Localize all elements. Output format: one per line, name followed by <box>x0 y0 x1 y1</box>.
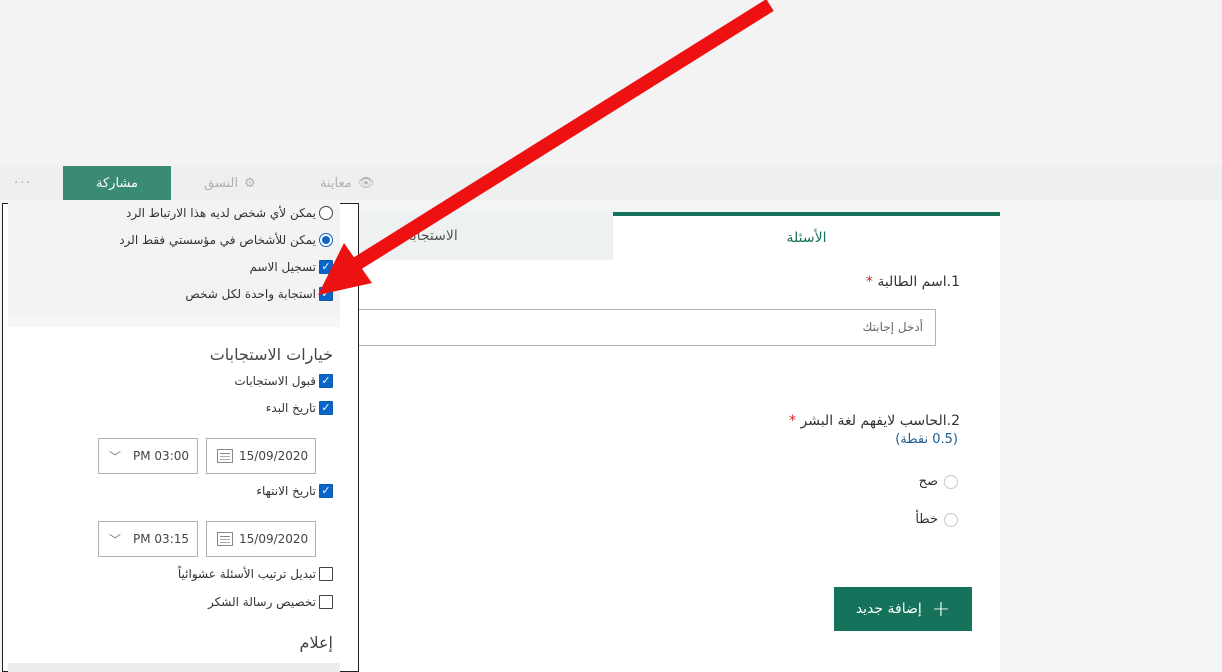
start-date-checkbox[interactable]: ✓ <box>319 401 333 415</box>
calendar-icon <box>217 449 233 463</box>
question-2-text: الحاسب لايفهم لغة البشر <box>800 413 947 429</box>
end-date-label: تاريخ الانتهاء <box>256 484 316 498</box>
customize-thanks-checkbox[interactable] <box>319 595 333 609</box>
notifications-title: إعلام <box>299 633 333 652</box>
question-1-text: اسم الطالبة <box>877 274 947 290</box>
format-button[interactable]: النسق ⚙ <box>204 176 256 191</box>
share-button[interactable]: مشاركة <box>63 166 171 200</box>
panel-scroll-edge <box>8 663 340 672</box>
option-false-label: خطأ <box>915 512 938 527</box>
plus-icon: + <box>931 596 951 622</box>
start-time-select[interactable]: ﹀ PM 03:00 <box>98 438 198 474</box>
radio-anyone-respond[interactable]: يمكن لأي شخص لديه هذا الارتباط الرد <box>126 206 333 220</box>
anyone-label: يمكن لأي شخص لديه هذا الارتباط الرد <box>126 206 316 220</box>
format-label: النسق <box>204 176 238 191</box>
one-response-option[interactable]: ✓ استجابة واحدة لكل شخص <box>185 287 333 301</box>
option-false[interactable]: خطأ <box>860 512 958 527</box>
required-mark: * <box>865 274 873 290</box>
end-date-option[interactable]: ✓ تاريخ الانتهاء <box>256 484 333 498</box>
accept-responses-checkbox[interactable]: ✓ <box>319 374 333 388</box>
start-date-picker[interactable]: 15/09/2020 <box>206 438 316 474</box>
response-options-title: خيارات الاستجابات <box>209 345 333 364</box>
required-mark: * <box>789 413 797 429</box>
end-time-value: PM 03:15 <box>133 532 190 546</box>
toolbar: ··· <box>0 166 1222 202</box>
record-name-label: تسجيل الاسم <box>249 260 316 274</box>
palette-icon: ⚙ <box>243 176 256 191</box>
end-date-picker[interactable]: 15/09/2020 <box>206 521 316 557</box>
accept-responses-option[interactable]: ✓ قبول الاستجابات <box>234 374 333 388</box>
start-date-label: تاريخ البدء <box>265 401 316 415</box>
question-2-title: 2.الحاسب لايفهم لغة البشر * <box>700 413 960 429</box>
shuffle-questions-label: تبديل ترتيب الأسئلة عشوائياً <box>177 567 316 581</box>
tab-questions[interactable]: الأسئلة <box>613 212 1000 260</box>
panel-divider <box>8 315 340 327</box>
add-new-button[interactable]: + إضافة جديد <box>834 587 972 631</box>
preview-label: معاينة <box>320 176 352 191</box>
start-time-value: PM 03:00 <box>133 449 190 463</box>
preview-button[interactable]: معاينة 👁 <box>320 176 374 191</box>
eye-icon: 👁 <box>357 176 375 191</box>
start-date-option[interactable]: ✓ تاريخ البدء <box>266 401 333 415</box>
question-1-title: 1.اسم الطالبة * <box>700 274 960 290</box>
end-date-value: 15/09/2020 <box>239 532 309 546</box>
record-name-checkbox[interactable]: ✓ <box>319 260 333 274</box>
answer-input[interactable]: أدخل إجابتك <box>350 309 936 346</box>
question-2-points: (0.5 نقطة) <box>895 432 958 447</box>
chevron-down-icon: ﹀ <box>109 532 122 547</box>
radio-org-only[interactable] <box>319 233 333 247</box>
option-true[interactable]: صح <box>860 474 958 489</box>
more-options-button[interactable]: ··· <box>14 176 32 191</box>
chevron-down-icon: ﹀ <box>109 449 122 464</box>
radio-anyone[interactable] <box>319 206 333 220</box>
add-new-label: إضافة جديد <box>855 601 922 617</box>
option-true-label: صح <box>918 474 938 489</box>
radio-org-only-respond[interactable]: يمكن للأشخاص في مؤسستي فقط الرد <box>119 233 333 247</box>
question-1-number: 1. <box>946 274 960 290</box>
radio-false[interactable] <box>944 512 958 527</box>
one-response-checkbox[interactable]: ✓ <box>319 287 333 301</box>
accept-responses-label: قبول الاستجابات <box>234 374 316 388</box>
start-date-value: 15/09/2020 <box>239 449 309 463</box>
calendar-icon <box>217 532 233 546</box>
end-date-checkbox[interactable]: ✓ <box>319 484 333 498</box>
question-2-number: 2. <box>946 413 960 429</box>
org-only-label: يمكن للأشخاص في مؤسستي فقط الرد <box>119 233 316 247</box>
shuffle-questions-option[interactable]: تبديل ترتيب الأسئلة عشوائياً <box>178 567 333 581</box>
one-response-label: استجابة واحدة لكل شخص <box>185 287 316 301</box>
customize-thanks-label: تخصيص رسالة الشكر <box>208 595 316 609</box>
end-time-select[interactable]: ﹀ PM 03:15 <box>98 521 198 557</box>
customize-thanks-option[interactable]: تخصيص رسالة الشكر <box>208 595 333 609</box>
record-name-option[interactable]: ✓ تسجيل الاسم <box>249 260 333 274</box>
radio-true[interactable] <box>944 474 958 489</box>
shuffle-questions-checkbox[interactable] <box>319 567 333 581</box>
